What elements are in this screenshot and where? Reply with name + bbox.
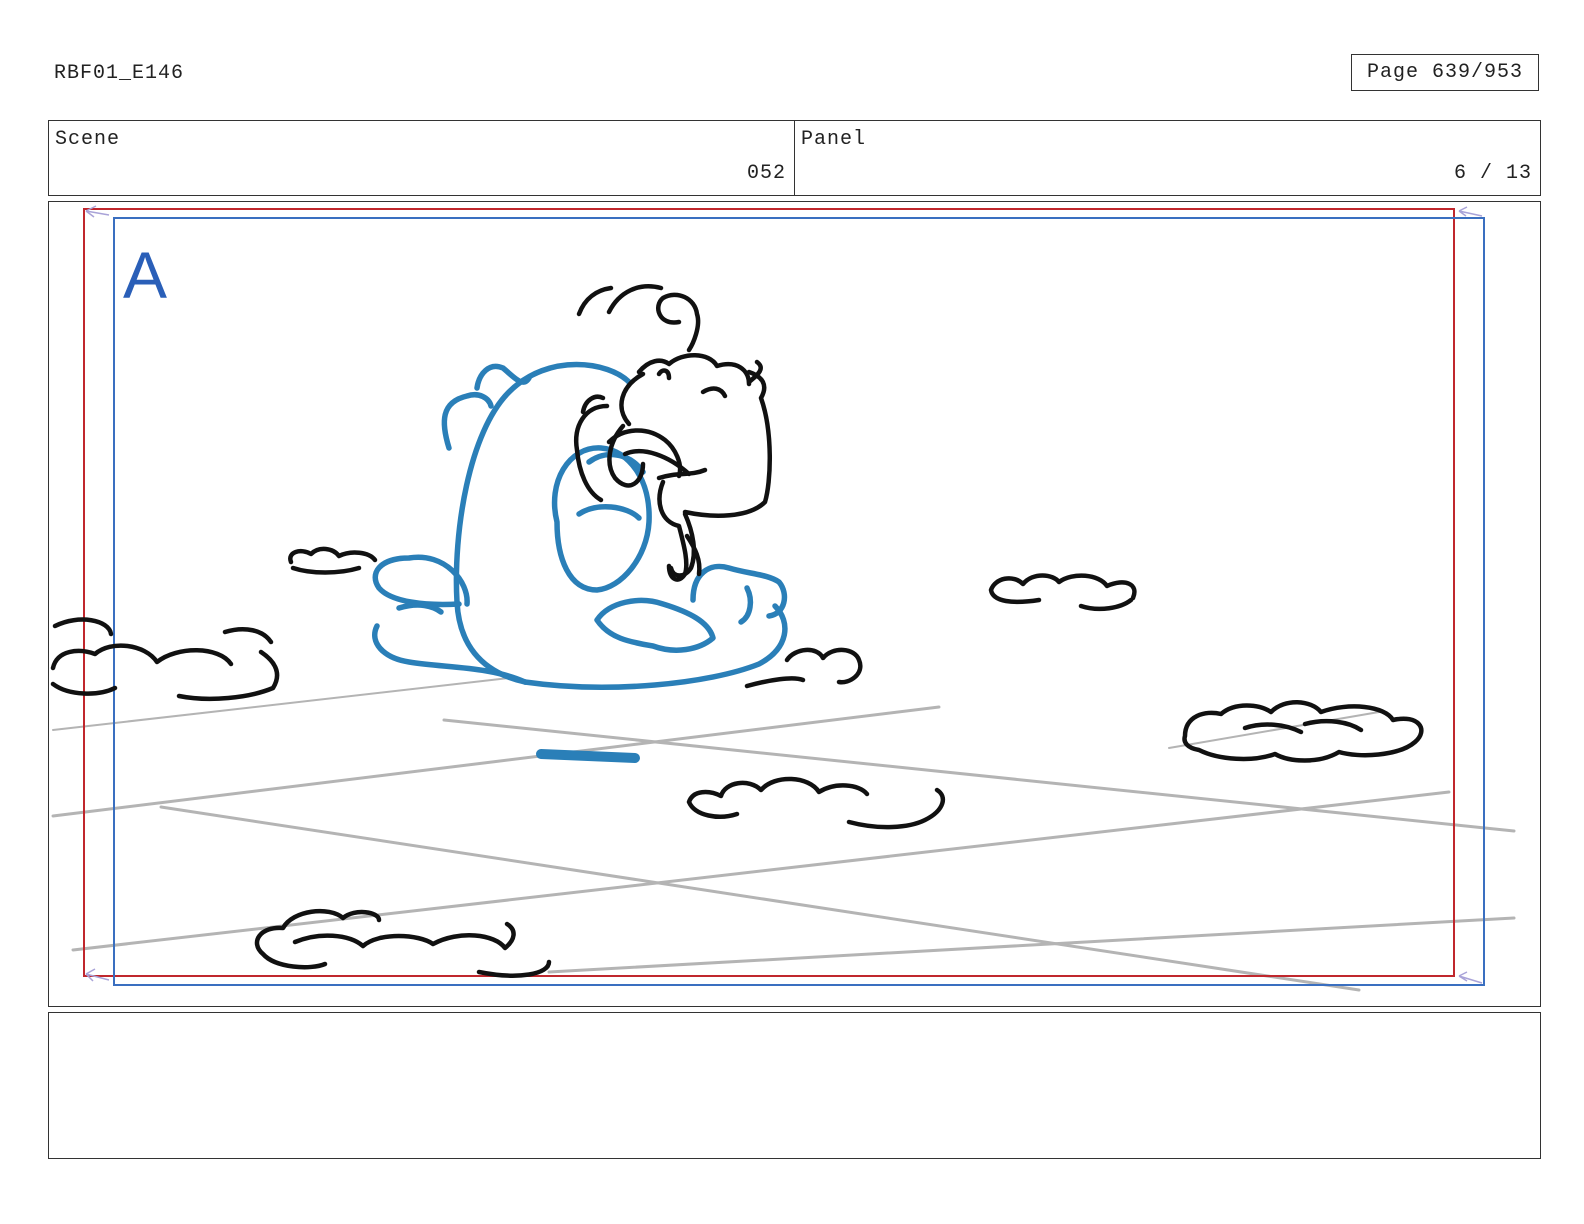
panel-marker-letter: A <box>123 238 167 312</box>
cloud-sketches <box>50 546 1424 978</box>
character-ink-sketch <box>574 284 773 582</box>
safe-area-frame <box>83 208 1455 977</box>
scene-panel-info: Scene 052 Panel 6 / 13 <box>48 120 1541 196</box>
panel-notes <box>48 1012 1541 1159</box>
panel-number: 6 / 13 <box>1453 162 1532 185</box>
panel-drawing: A <box>50 205 1516 992</box>
scene-cell: Scene 052 <box>49 121 794 195</box>
page-number-label: Page 639/953 <box>1366 61 1524 84</box>
storyboard-panel: A <box>48 201 1541 1007</box>
panel-label: Panel <box>801 128 867 151</box>
perspective-grid <box>51 677 1516 992</box>
document-id: RBF01_E146 <box>54 62 185 85</box>
page-number: Page 639/953 <box>1351 54 1539 91</box>
scene-label: Scene <box>55 128 121 151</box>
scene-number: 052 <box>746 162 786 185</box>
camera-frame <box>113 217 1485 986</box>
panel-cell: Panel 6 / 13 <box>794 121 1540 195</box>
